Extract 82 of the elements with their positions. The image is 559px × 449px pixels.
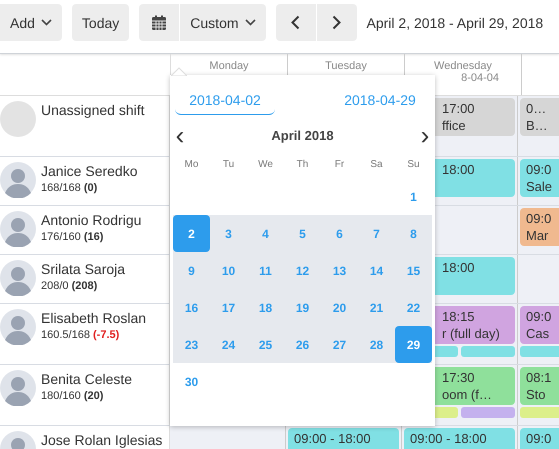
calendar-day[interactable]: 13 bbox=[321, 252, 358, 289]
date-header: 8-04-04 bbox=[461, 72, 500, 84]
calendar-day[interactable]: 8 bbox=[395, 215, 432, 252]
avatar-icon bbox=[0, 370, 36, 406]
day-header: Wednesday bbox=[434, 60, 492, 72]
today-button[interactable]: Today bbox=[72, 4, 130, 41]
calendar-icon bbox=[151, 14, 168, 30]
weekday-label: Fr bbox=[334, 158, 346, 172]
shift-card[interactable]: 09:0 Sale bbox=[520, 159, 559, 197]
employee-name: Janice Seredko bbox=[41, 162, 138, 180]
hours-summary: 160.5/168 (-7.5) bbox=[41, 328, 120, 343]
date-range-label: April 2, 2018 - April 29, 2018 bbox=[366, 14, 544, 30]
date-tab[interactable]: 2018-04-02 bbox=[175, 85, 275, 115]
hours-summary: 208/0 (208) bbox=[41, 279, 98, 294]
calendar-day[interactable]: 16 bbox=[173, 289, 210, 326]
calendar-day[interactable]: 7 bbox=[358, 215, 395, 252]
employee-name: Antonio Rodrigu bbox=[41, 211, 142, 229]
calendar-day[interactable]: 9 bbox=[173, 252, 210, 289]
calendar-day[interactable]: 26 bbox=[284, 326, 321, 363]
shift-card[interactable]: 09:0 bbox=[520, 428, 559, 449]
weekday-label: Su bbox=[406, 158, 421, 172]
calendar-day[interactable]: 17 bbox=[210, 289, 247, 326]
calendar-day[interactable]: 21 bbox=[358, 289, 395, 326]
month-title: April 2018 bbox=[271, 128, 334, 142]
weekday-label: Sa bbox=[369, 158, 384, 172]
calendar-day[interactable]: 18 bbox=[247, 289, 284, 326]
employee-name: Benita Celeste bbox=[41, 370, 132, 388]
calendar-day[interactable]: 20 bbox=[321, 289, 358, 326]
shift-card[interactable]: 09:00 - 18:00 bbox=[288, 428, 399, 449]
chevron-left-icon bbox=[291, 15, 300, 30]
caret-icon bbox=[40, 19, 52, 26]
caret-icon bbox=[244, 19, 256, 26]
day-header: Tuesday bbox=[325, 60, 367, 72]
employee-name: Elisabeth Roslan bbox=[41, 309, 146, 327]
employee-name: Jose Rolan Iglesias bbox=[41, 431, 162, 449]
employee-name: Srilata Saroja bbox=[41, 260, 126, 278]
shift-card[interactable]: 0… B… bbox=[520, 98, 559, 136]
calendar-day[interactable]: 29 bbox=[395, 326, 432, 363]
calendar-day[interactable]: 10 bbox=[210, 252, 247, 289]
add-dropdown-button[interactable]: Add bbox=[0, 4, 62, 41]
shift-chip[interactable] bbox=[461, 346, 515, 357]
calendar-day[interactable]: 11 bbox=[247, 252, 284, 289]
hours-summary: 176/160 (16) bbox=[41, 230, 104, 245]
day-header: Monday bbox=[209, 60, 249, 72]
shift-card[interactable]: 09:0 Mar bbox=[520, 208, 559, 246]
avatar-icon bbox=[0, 211, 36, 247]
chevron-right-icon bbox=[332, 15, 342, 30]
avatar-icon bbox=[0, 162, 36, 198]
calendar-day[interactable]: 27 bbox=[321, 326, 358, 363]
weekday-label: Tu bbox=[222, 158, 236, 172]
calendar-day[interactable]: 12 bbox=[284, 252, 321, 289]
previous-button[interactable] bbox=[276, 4, 316, 41]
calendar-day[interactable]: 22 bbox=[395, 289, 432, 326]
hours-summary: 180/160 (20) bbox=[41, 389, 104, 404]
shift-card[interactable]: 09:0 Cas bbox=[520, 306, 559, 344]
calendar-day[interactable]: 5 bbox=[284, 215, 321, 252]
previous-month-button[interactable]: ‹ bbox=[173, 123, 187, 147]
view-dropdown-button[interactable]: Custom bbox=[180, 4, 266, 41]
calendar-day[interactable]: 4 bbox=[247, 215, 284, 252]
shift-chip[interactable] bbox=[461, 407, 515, 418]
employee-name: Unassigned shift bbox=[41, 101, 145, 119]
weekday-label: We bbox=[257, 158, 274, 172]
hours-summary: 168/168 (0) bbox=[41, 181, 98, 196]
calendar-button[interactable] bbox=[139, 4, 180, 41]
calendar-day[interactable]: 24 bbox=[210, 326, 247, 363]
calendar-day[interactable]: 3 bbox=[210, 215, 247, 252]
avatar-icon bbox=[0, 260, 36, 296]
calendar-day[interactable]: 15 bbox=[395, 252, 432, 289]
next-button[interactable] bbox=[316, 4, 357, 41]
calendar-day[interactable]: 25 bbox=[247, 326, 284, 363]
calendar-day[interactable]: 19 bbox=[284, 289, 321, 326]
calendar-day[interactable]: 6 bbox=[321, 215, 358, 252]
weekday-label: Th bbox=[296, 158, 310, 172]
avatar-icon bbox=[0, 309, 36, 345]
shift-card[interactable]: 08:1 Sto bbox=[520, 367, 559, 405]
calendar-day[interactable]: 2 bbox=[173, 215, 210, 252]
calendar-day[interactable]: 23 bbox=[173, 326, 210, 363]
calendar-day[interactable]: 30 bbox=[173, 363, 210, 400]
calendar-day[interactable]: 14 bbox=[358, 252, 395, 289]
calendar-day[interactable]: 28 bbox=[358, 326, 395, 363]
weekday-label: Mo bbox=[184, 158, 200, 172]
shift-card[interactable]: 09:00 - 18:00 bbox=[404, 428, 515, 449]
